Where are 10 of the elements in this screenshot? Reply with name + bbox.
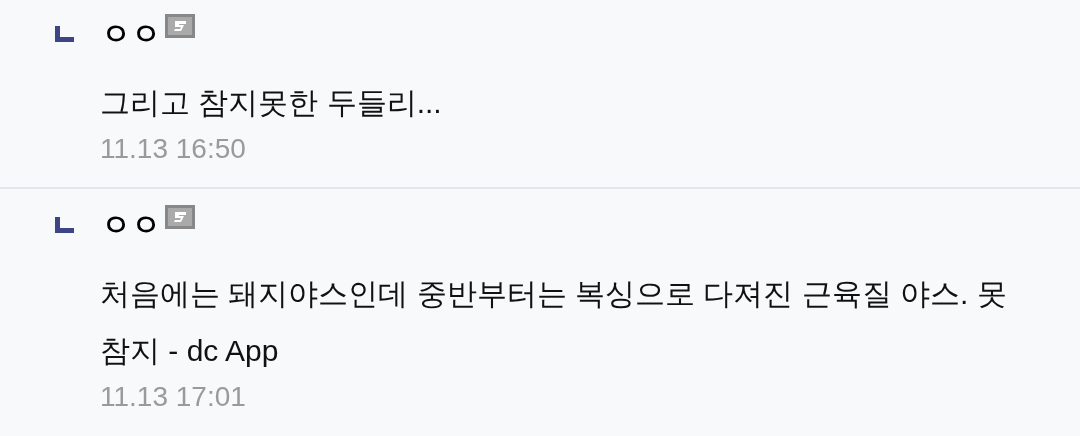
author-name: ㅇㅇ: [101, 210, 161, 240]
comment-time: 11.13 16:50: [100, 132, 247, 166]
badge-icon: [165, 205, 195, 229]
author-name: ㅇㅇ: [101, 19, 161, 49]
comment-text: 처음에는 돼지야스인데 중반부터는 복싱으로 다져진 근육질 야스. 못참지 - dc App: [100, 276, 1008, 369]
comment-time: 11.13 17:01: [100, 380, 247, 414]
reply-mark-icon: [55, 217, 74, 233]
badge-icon: [165, 14, 195, 38]
comment-text: 그리고 참지못한 두들리...: [100, 85, 443, 121]
reply-mark-icon: [55, 26, 74, 42]
